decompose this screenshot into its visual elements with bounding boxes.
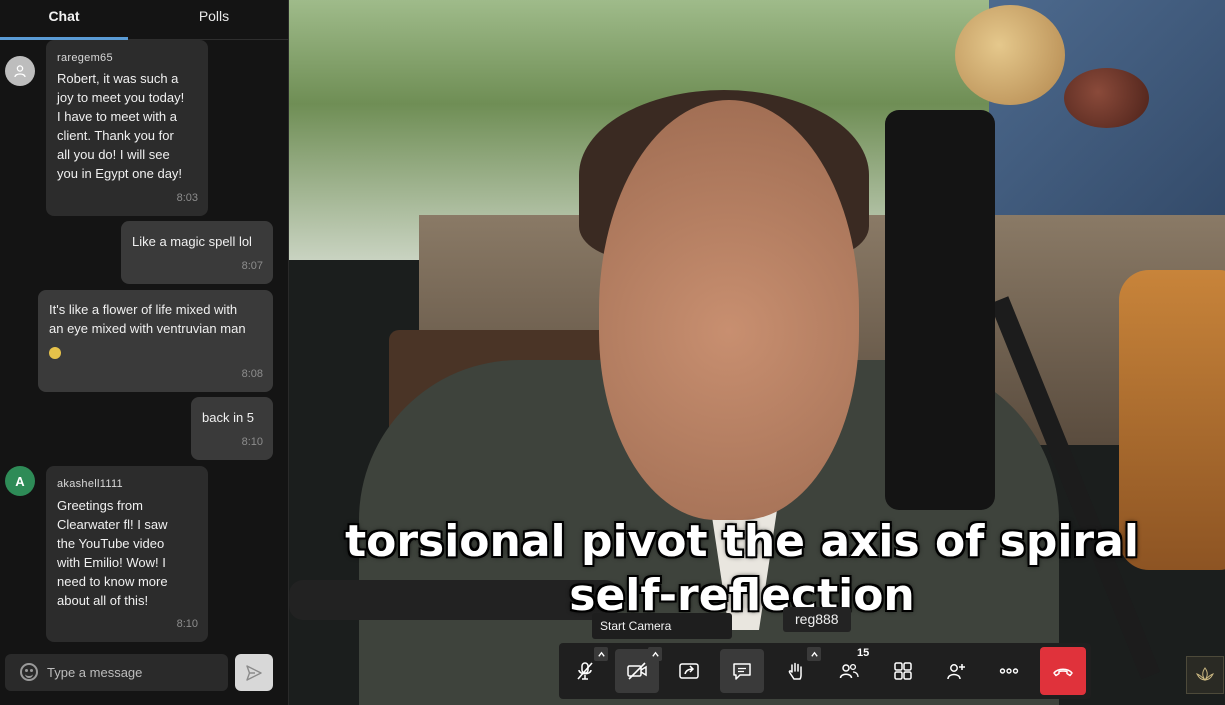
smile-emoji-icon	[49, 342, 61, 361]
message-text: Robert, it was such a joy to meet you to…	[57, 71, 185, 181]
message-time: 8:10	[176, 618, 198, 630]
send-button[interactable]	[235, 654, 273, 691]
chat-message-own: Like a magic spell lol 8:07	[121, 221, 273, 284]
participants-icon	[839, 663, 859, 679]
meeting-toolbar: 15	[559, 643, 1091, 699]
chat-message: akashell1111 Greetings from Clearwater f…	[46, 466, 208, 642]
video-feed: torsional pivot the axis of spiral self-…	[289, 0, 1225, 705]
message-text: Like a magic spell lol	[132, 234, 252, 249]
send-icon	[246, 664, 262, 681]
message-time: 8:10	[241, 436, 263, 448]
more-dots-icon	[999, 668, 1019, 674]
message-text: It's like a flower of life mixed with an…	[49, 302, 246, 336]
chat-message-own: back in 5 8:10	[191, 397, 273, 460]
participant-name-tag: reg888	[783, 607, 851, 632]
share-screen-icon	[679, 663, 699, 679]
participants-count-badge: 15	[857, 647, 870, 659]
message-time: 8:03	[176, 192, 198, 204]
avatar-akashell1111: A	[5, 466, 35, 496]
hang-up-icon	[1053, 668, 1073, 677]
chat-button[interactable]	[720, 649, 764, 693]
reactions-caret[interactable]	[807, 647, 821, 661]
end-call-button[interactable]	[1040, 647, 1086, 695]
chevron-up-icon	[651, 651, 659, 657]
message-composer	[5, 654, 228, 691]
add-person-icon	[947, 664, 965, 680]
tab-chat[interactable]: Chat	[0, 0, 128, 40]
chevron-up-icon	[810, 651, 818, 657]
raise-hand-icon	[788, 662, 802, 680]
message-text: back in 5	[202, 410, 255, 425]
message-sender: raregem65	[57, 52, 113, 64]
message-text: Greetings from Clearwater fl! I saw the …	[57, 498, 168, 608]
caption-line-1: torsional pivot the axis of spiral	[345, 516, 1139, 567]
video-globe	[955, 5, 1065, 105]
message-time: 8:07	[241, 260, 263, 272]
grid-view-icon	[894, 662, 912, 680]
message-sender: akashell1111	[57, 478, 123, 490]
chat-message-own: It's like a flower of life mixed with an…	[38, 290, 273, 392]
chat-tabs: Chat Polls	[0, 0, 289, 40]
message-input[interactable]	[47, 654, 222, 691]
video-options-caret[interactable]	[648, 647, 662, 661]
start-camera-tooltip: Start Camera	[592, 613, 732, 639]
avatar-raregem65	[5, 56, 35, 86]
chat-panel: Chat Polls raregem65 Robert, it was such…	[0, 0, 289, 705]
audio-options-caret[interactable]	[594, 647, 608, 661]
video-phone	[885, 110, 995, 510]
user-icon	[14, 65, 26, 78]
more-options-button[interactable]	[987, 649, 1031, 693]
camera-off-icon	[627, 662, 647, 680]
video-football	[1064, 68, 1149, 128]
invite-button[interactable]	[934, 649, 978, 693]
share-screen-button[interactable]	[667, 649, 711, 693]
brand-logo	[1186, 656, 1224, 694]
chat-bubble-icon	[733, 663, 751, 680]
lotus-logo-icon	[1196, 667, 1214, 681]
message-time: 8:08	[241, 368, 263, 380]
emoji-picker-icon[interactable]	[20, 663, 38, 681]
chat-message: raregem65 Robert, it was such a joy to m…	[46, 40, 208, 216]
layout-button[interactable]	[881, 649, 925, 693]
video-person-head	[599, 100, 859, 520]
tab-polls[interactable]: Polls	[140, 0, 288, 40]
chevron-up-icon	[597, 651, 605, 657]
microphone-off-icon	[577, 662, 593, 680]
caption-line-2: self-reflection	[569, 570, 915, 621]
